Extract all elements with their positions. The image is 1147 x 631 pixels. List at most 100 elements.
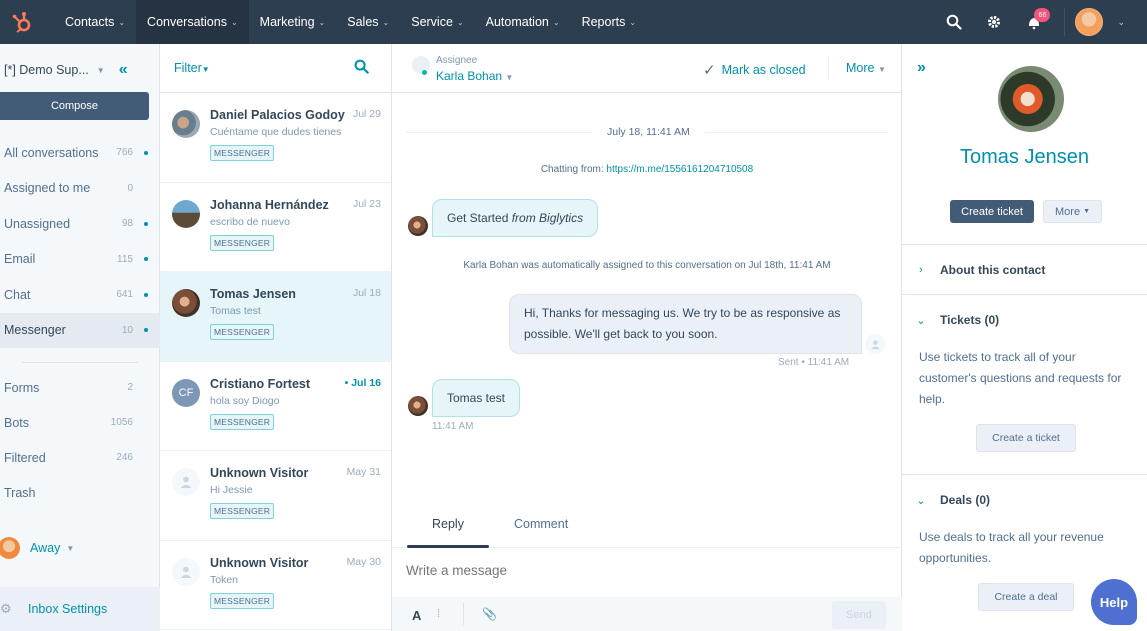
user-avatar[interactable] [1075, 8, 1104, 36]
collapse-sidebar-icon[interactable]: « [119, 61, 128, 79]
tab-comment[interactable]: Comment [514, 517, 568, 531]
caret-down-icon: ▼ [877, 65, 886, 74]
conversation-date: Jul 18 [352, 287, 381, 299]
sidebar-item-filtered[interactable]: Filtered 246 [0, 440, 160, 475]
nav-contacts[interactable]: Contacts ⌄ [54, 0, 136, 44]
incoming-message: Get Started from Biglytics [432, 199, 599, 237]
chevron-down-icon[interactable]: ⌄ [1117, 17, 1125, 28]
create-ticket-button[interactable]: Create ticket [950, 200, 1034, 223]
sidebar-item-messenger[interactable]: Messenger 10 [0, 312, 160, 348]
nav-automation[interactable]: Automation ⌄ [475, 0, 571, 44]
search-icon[interactable] [934, 0, 974, 44]
item-label: All conversations [4, 145, 99, 160]
mark-as-closed-button[interactable]: ✓ Mark as closed [703, 61, 806, 79]
unread-dot [144, 257, 148, 262]
contact-sidebar: » Tomas Jensen Create ticket More ▼ › Abo… [902, 44, 1147, 631]
tab-reply[interactable]: Reply [432, 517, 464, 531]
nav-marketing[interactable]: Marketing ⌄ [249, 0, 337, 44]
notification-bell-icon[interactable]: 66 [1014, 0, 1054, 44]
chevron-down-icon: ⌄ [456, 17, 464, 27]
conversation-item[interactable]: Unknown Visitor May 30 Token MESSENGER [160, 541, 391, 630]
filter-dropdown[interactable]: Filter▼ [174, 61, 210, 75]
inbox-selector[interactable]: [*] Demo Sup... ▼ « [4, 61, 154, 79]
section-title: Tickets (0) [940, 313, 1000, 327]
contact-name: Cristiano Fortest [210, 376, 311, 391]
outgoing-message: Hi, Thanks for messaging us. We try to b… [509, 294, 862, 354]
conversation-date: Jul 29 [352, 108, 381, 120]
item-label: Email [4, 252, 36, 267]
nav-conversations[interactable]: Conversations ⌄ [136, 0, 249, 44]
inbox-name: [*] Demo Sup... [4, 63, 89, 77]
assignee-dropdown[interactable]: Karla Bohan ▼ [436, 69, 513, 83]
more-dropdown[interactable]: More ▼ [846, 61, 886, 75]
nav-reports[interactable]: Reports ⌄ [571, 0, 647, 44]
conversation-date: Jul 23 [352, 197, 381, 210]
chevron-down-icon: ⌄ [318, 17, 326, 27]
inbox-settings-link[interactable]: ⚙ Inbox Settings [0, 587, 160, 631]
section-toggle[interactable]: ⌄ Deals (0) [902, 475, 1147, 525]
section-toggle[interactable]: ⌄ Tickets (0) [902, 295, 1147, 345]
attachment-icon[interactable]: 📎 [482, 607, 497, 621]
nav-sales[interactable]: Sales ⌄ [336, 0, 400, 44]
status-label: Away [30, 541, 61, 555]
nav-service[interactable]: Service ⌄ [400, 0, 474, 44]
message-text: Tomas test [447, 391, 506, 405]
conversation-item[interactable]: Unknown Visitor May 31 Hi Jessie MESSENG… [160, 451, 391, 541]
nav-label: Service [411, 15, 453, 29]
more-dropdown[interactable]: More ▼ [1043, 200, 1102, 223]
conversation-item-selected[interactable]: Tomas Jensen Jul 18 Tomas test MESSENGER [160, 272, 391, 362]
sidebar-item-trash[interactable]: Trash [0, 475, 160, 510]
send-button[interactable]: Send [832, 601, 886, 629]
nav-label: Sales [347, 15, 379, 29]
caret-down-icon: ▼ [66, 543, 75, 553]
reply-tabs: Reply Comment [392, 504, 902, 548]
section-about-contact: › About this contact [902, 244, 1147, 294]
conversation-item[interactable]: Daniel Palacios Godoy Jul 29 Cuéntame qu… [160, 93, 391, 183]
section-title: Deals (0) [940, 493, 991, 507]
chevron-down-icon: ⌄ [916, 314, 926, 327]
text-format-icon[interactable]: A [412, 608, 421, 623]
caret-down-icon: ▼ [96, 65, 105, 75]
channel-badge: MESSENGER [210, 503, 275, 519]
sidebar-item-forms[interactable]: Forms 2 [0, 370, 160, 405]
sidebar-item-unassigned[interactable]: Unassigned 98 [0, 206, 160, 242]
message-preview: Tomas test [210, 305, 261, 317]
divider [828, 56, 829, 80]
message-preview: Token [210, 573, 239, 586]
gear-icon[interactable] [974, 0, 1014, 44]
create-a-ticket-button[interactable]: Create a ticket [976, 424, 1076, 452]
item-count: 98 [121, 218, 133, 230]
user-avatar [0, 537, 20, 559]
chevron-down-icon: ⌄ [118, 17, 126, 27]
create-a-deal-button[interactable]: Create a deal [978, 583, 1074, 611]
unread-dot [144, 221, 148, 226]
contact-avatar [172, 110, 200, 138]
chatting-from-link[interactable]: https://m.me/1556161204710508 [606, 164, 753, 175]
message-status: Sent • 11:41 AM [778, 357, 850, 368]
sidebar-item-bots[interactable]: Bots 1056 [0, 405, 160, 440]
section-toggle[interactable]: › About this contact [902, 245, 1147, 295]
availability-status[interactable]: Away ▼ [0, 537, 74, 559]
conversation-item[interactable]: CF Cristiano Fortest • Jul 16 hola soy D… [160, 362, 391, 451]
person-icon [180, 566, 192, 578]
snippets-icon[interactable]: ⁞ [437, 608, 440, 620]
assignee-name: Karla Bohan [436, 69, 503, 83]
item-count: 2 [127, 382, 133, 393]
conversation-item[interactable]: Johanna Hernández Jul 23 escribo de nuev… [160, 183, 391, 272]
sidebar-item-all-conversations[interactable]: All conversations 766 [0, 135, 160, 171]
divider [463, 603, 464, 625]
message-input[interactable] [406, 563, 886, 578]
sidebar-item-assigned-to-me[interactable]: Assigned to me 0 [0, 171, 160, 207]
compose-button[interactable]: Compose [0, 92, 149, 120]
nav-label: Conversations [147, 15, 227, 29]
item-label: Assigned to me [4, 181, 91, 196]
expand-panel-icon[interactable]: » [917, 59, 926, 77]
help-button[interactable]: Help [1091, 579, 1137, 625]
sidebar-item-email[interactable]: Email 115 [0, 242, 160, 278]
contact-name-link[interactable]: Tomas Jensen [902, 146, 1147, 169]
search-icon[interactable] [354, 59, 369, 77]
unread-dot [144, 150, 148, 155]
sidebar-item-chat[interactable]: Chat 641 [0, 277, 160, 313]
agent-avatar [865, 334, 885, 354]
hubspot-logo-icon[interactable] [0, 0, 44, 44]
